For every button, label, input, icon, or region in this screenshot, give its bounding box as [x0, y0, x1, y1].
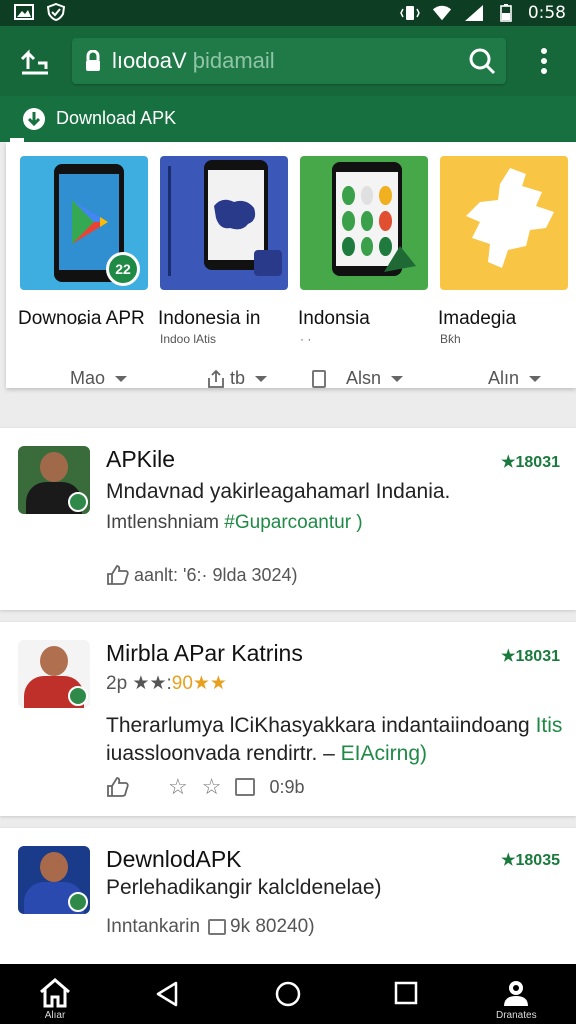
app-meta: Inntankarin 9k 80240): [106, 916, 315, 937]
thumbs-up-icon[interactable]: [106, 776, 130, 798]
nav-home-label: Alıar: [44, 1010, 66, 1021]
chevron-down-icon: [529, 375, 542, 382]
app-bar: lıodoaV þidamail: [0, 26, 576, 96]
bookmark-icon: [312, 369, 326, 388]
carousel-item-action[interactable]: tb: [206, 368, 268, 388]
app-stars: 2p ★★:90★★: [106, 673, 227, 694]
download-apk-label: Download APK: [56, 108, 177, 128]
app-description: Mndavnad yakirleagahamarl Indania.: [106, 480, 451, 503]
app-logo-icon[interactable]: [18, 45, 52, 77]
carousel-item[interactable]: Indonesia in Indoo lAtis tb: [158, 156, 288, 388]
star-icon[interactable]: ☆: [202, 774, 222, 800]
featured-apps-carousel[interactable]: 22 Downoɕia APR Mao Indonesia in Indoo l…: [6, 142, 576, 388]
app-title: APKile: [106, 446, 176, 472]
verified-badge-icon: [68, 492, 88, 512]
carousel-item[interactable]: 22 Downoɕia APR Mao: [18, 156, 148, 388]
battery-icon: [496, 4, 516, 22]
system-navigation-bar: Alıar Dranates: [0, 964, 576, 1024]
carousel-item-title: Imadegia: [438, 308, 517, 329]
carousel-item-action[interactable]: Mao: [70, 368, 128, 388]
more-options-icon[interactable]: [532, 47, 556, 75]
nav-profile[interactable]: Dranates: [496, 978, 537, 1021]
signal-icon: [464, 4, 484, 22]
recents-icon: [394, 981, 418, 1005]
search-bar[interactable]: lıodoaV þidamail: [72, 38, 506, 84]
app-description: Therarlumya lCiKhasyakkara indantaiindoa…: [106, 714, 563, 737]
home-icon: [40, 978, 70, 1008]
download-apk-tab[interactable]: Download APK: [0, 96, 576, 142]
app-avatar: [18, 446, 90, 514]
carousel-item-action[interactable]: Alın: [488, 368, 542, 388]
verified-badge-icon: [68, 686, 88, 706]
search-input[interactable]: lıodoaV þidamail: [112, 48, 275, 74]
app-description: Perlehadikangir kalcldenelae): [106, 876, 382, 899]
app-list-item[interactable]: Mirbla APar Katrins ★18031 2p ★★:90★★ Th…: [0, 622, 576, 816]
app-avatar: [18, 846, 90, 914]
back-icon: [156, 981, 178, 1007]
chevron-down-icon: [115, 375, 128, 382]
search-query: lıodoaV: [112, 48, 187, 73]
profile-icon: [504, 981, 529, 1006]
circle-home-icon: [275, 981, 301, 1007]
indonesia-map-thumbnail: [160, 156, 288, 290]
carousel-item[interactable]: Imadegia Bƙh Alın: [438, 156, 568, 388]
lock-icon: [84, 49, 102, 77]
app-grid-thumbnail: [300, 156, 428, 290]
app-list-item[interactable]: APKile ★18031 Mndavnad yakirleagahamarl …: [0, 428, 576, 610]
home-button[interactable]: [274, 980, 302, 1008]
app-tagline: Imtlenshniam #Guparсoantur ): [106, 512, 363, 533]
app-list-item[interactable]: DewnlodAPK ★18035 Perlehadikangir kalcld…: [0, 828, 576, 964]
share-icon: [208, 369, 224, 388]
back-button[interactable]: [154, 980, 180, 1008]
play-triangle-icon: [72, 200, 108, 244]
shield-notification-icon: [46, 3, 66, 21]
nav-home[interactable]: Alıar: [38, 978, 72, 1021]
folder-icon[interactable]: [235, 778, 256, 796]
app-avatar: [18, 640, 90, 708]
search-icon[interactable]: [468, 47, 496, 80]
vibrate-icon: [399, 4, 420, 22]
app-meta: ☆ ☆ 0:9b: [106, 774, 305, 800]
star-icon[interactable]: ☆: [168, 774, 188, 800]
app-title: Mirbla APar Katrins: [106, 640, 303, 666]
clock: 0:58: [527, 3, 566, 23]
map-thumbnail: [440, 156, 568, 290]
download-icon: [22, 107, 46, 136]
folder-icon[interactable]: [208, 919, 227, 935]
carousel-item-title: Downoɕia APR: [18, 308, 145, 329]
carousel-item[interactable]: Indonsia · · Alsn: [298, 156, 428, 388]
app-rating: ★18035: [501, 852, 560, 869]
carousel-item-action[interactable]: Alsn: [312, 368, 404, 388]
carousel-item-subtitle: Bƙh: [440, 332, 461, 346]
nav-profile-label: Dranates: [496, 1010, 537, 1021]
carousel-item-subtitle: · ·: [300, 332, 312, 346]
chevron-down-icon: [255, 375, 268, 382]
wifi-icon: [432, 4, 452, 22]
app-rating: ★18031: [501, 454, 560, 471]
app-meta: aanlt: '6:· 9lda 3024): [106, 564, 298, 586]
status-bar: 0:58: [0, 0, 576, 26]
search-placeholder: þidamail: [192, 48, 275, 73]
gallery-notification-icon: [14, 3, 34, 21]
carousel-item-title: Indonesia in: [158, 308, 261, 329]
verified-badge-icon: [68, 892, 88, 912]
app-description-2: iuassloonvada rendirtr. – EIAcirng): [106, 742, 427, 765]
carousel-item-title: Indonsia: [298, 308, 370, 329]
play-store-thumbnail: 22: [20, 156, 148, 290]
app-title: DewnlodAPK: [106, 846, 242, 872]
recents-button[interactable]: [394, 981, 418, 1005]
carousel-item-subtitle: Indoo lAtis: [160, 332, 217, 346]
app-rating: ★18031: [501, 648, 560, 665]
chevron-down-icon: [391, 375, 404, 382]
thumbs-up-icon[interactable]: [106, 564, 130, 586]
